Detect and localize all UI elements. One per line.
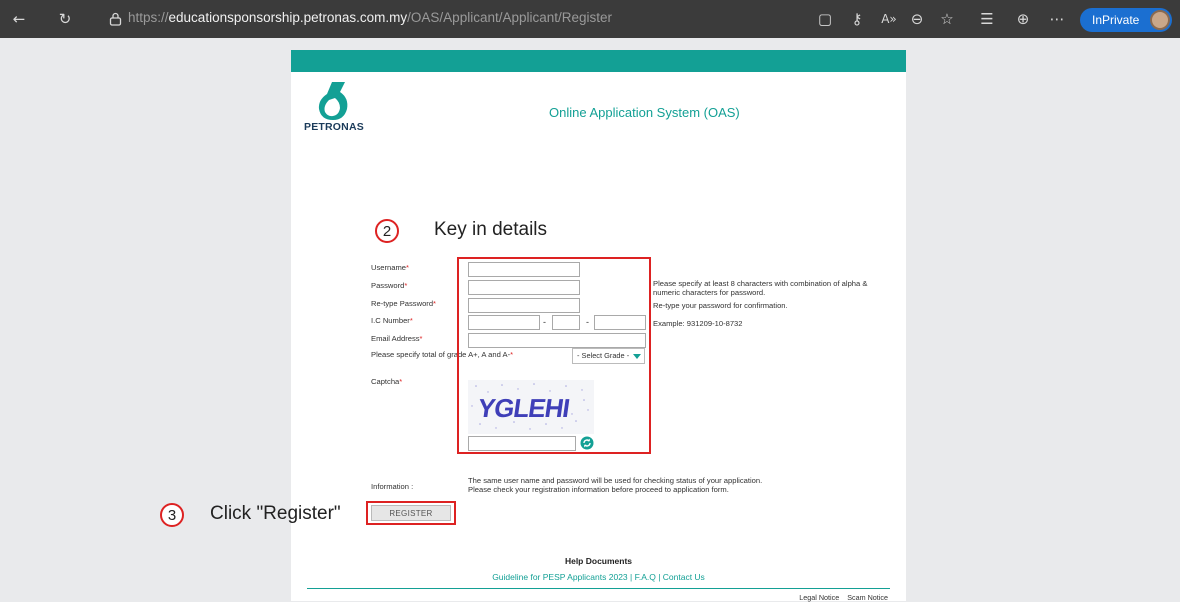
step3-text: Click "Register" <box>210 503 341 524</box>
password-key-icon[interactable]: ⚷ <box>846 8 868 30</box>
url-scheme: https:// <box>128 10 169 25</box>
app-available-icon[interactable]: ▢ <box>814 8 836 30</box>
footer-divider <box>307 588 890 589</box>
password-label: Password* <box>371 281 408 290</box>
ic-hint: Example: 931209-10-8732 <box>653 319 743 328</box>
information-line-2: Please check your registration informati… <box>468 485 729 494</box>
read-aloud-icon[interactable]: A» <box>878 8 900 30</box>
help-links[interactable]: Guideline for PESP Applicants 2023 | F.A… <box>291 572 906 582</box>
system-title: Online Application System (OAS) <box>549 105 740 120</box>
username-label: Username* <box>371 263 409 272</box>
password-hint: Please specify at least 8 characters wit… <box>653 279 868 297</box>
retype-password-label: Re-type Password* <box>371 299 437 308</box>
more-icon[interactable]: ⋯ <box>1046 8 1068 30</box>
email-label: Email Address* <box>371 334 423 343</box>
inprivate-label: InPrivate <box>1092 13 1140 27</box>
page-container: PETRONAS Online Application System (OAS)… <box>291 50 906 602</box>
register-button[interactable]: REGISTER <box>371 505 451 521</box>
highlight-box-details <box>457 257 651 454</box>
address-bar[interactable]: https://educationsponsorship.petronas.co… <box>128 10 612 25</box>
back-arrow-icon[interactable]: ← <box>8 8 30 30</box>
favorites-icon[interactable]: ☰ <box>976 8 998 30</box>
information-text: The same user name and password will be … <box>468 476 828 494</box>
retype-hint: Re-type your password for confirmation. <box>653 301 788 310</box>
lock-icon[interactable] <box>104 8 126 30</box>
help-documents-title: Help Documents <box>564 556 633 566</box>
step2-circle: 2 <box>375 219 399 243</box>
ic-number-label: I.C Number* <box>371 316 413 325</box>
profile-avatar[interactable] <box>1150 10 1170 30</box>
captcha-label: Captcha* <box>371 377 403 386</box>
information-label: Information : <box>371 482 414 491</box>
zoom-icon[interactable]: ⊖ <box>906 8 928 30</box>
step3-circle: 3 <box>160 503 184 527</box>
information-line-1: The same user name and password will be … <box>468 476 763 485</box>
add-favorite-icon[interactable]: ☆ <box>936 8 958 30</box>
collections-icon[interactable]: ⊕ <box>1012 8 1034 30</box>
refresh-icon[interactable]: ↻ <box>54 8 76 30</box>
header-bar <box>291 50 906 72</box>
url-path: /OAS/Applicant/Applicant/Register <box>407 10 613 25</box>
browser-toolbar: ← ↻ https://educationsponsorship.petrona… <box>0 0 1180 38</box>
url-host: educationsponsorship.petronas.com.my <box>168 10 408 25</box>
inprivate-badge[interactable]: InPrivate <box>1080 8 1172 32</box>
logo-text: PETRONAS <box>304 121 364 133</box>
step2-text: Key in details <box>434 219 548 240</box>
